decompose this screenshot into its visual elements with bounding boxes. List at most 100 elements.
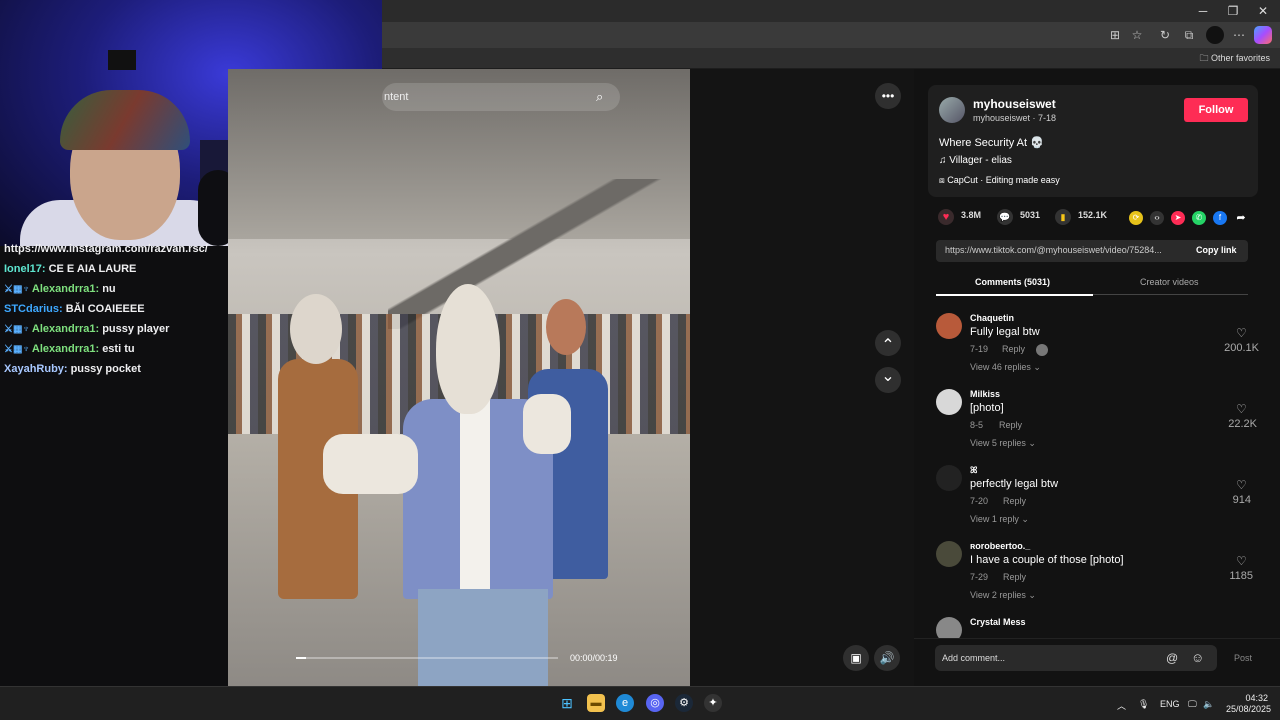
chat-message: ⚔▦♆ Alexandrra1: nu — [4, 283, 116, 295]
mini-player-button[interactable]: ▣ — [843, 645, 869, 671]
chat-message: STCdarius: BĂI COAIEEEE — [4, 303, 145, 315]
capcut-link[interactable]: ⧈ CapCut · Editing made easy — [939, 175, 1060, 186]
comment-avatar[interactable] — [936, 541, 962, 567]
volume-button[interactable]: 🔊 — [874, 645, 900, 671]
mannequin-left-head — [290, 294, 342, 364]
chat-message: XayahRuby: pussy pocket — [4, 363, 141, 375]
restore-button[interactable]: ❐ — [1218, 0, 1248, 22]
microphone-icon[interactable]: 🎙 — [1138, 699, 1149, 710]
clock-date: 25/08/2025 — [1226, 704, 1272, 714]
post-url: https://www.tiktok.com/@myhouseiswet/vid… — [945, 245, 1162, 255]
favorites-bar: 🗀 Other favorites — [382, 48, 1280, 69]
comment-text: I have a couple of those [photo] — [970, 554, 1124, 566]
steam-icon[interactable]: ⚙ — [675, 694, 693, 712]
comment-username[interactable]: Crystal Mess — [970, 617, 1026, 627]
author-handle-date: myhouseiswet · 7-18 — [973, 113, 1057, 123]
comment-avatar[interactable] — [936, 313, 962, 339]
system-clock[interactable]: 04:32 25/08/2025 — [1226, 693, 1272, 715]
comment-reply-button[interactable]: Reply — [1003, 496, 1026, 506]
bookmark-icon[interactable]: ▮ — [1055, 209, 1071, 225]
streamer-cap — [60, 90, 190, 150]
chat-username[interactable]: Alexandrra1: — [32, 323, 99, 335]
author-avatar[interactable] — [939, 97, 965, 123]
comment-reply-button[interactable]: Reply — [1003, 572, 1026, 582]
profile-avatar-icon[interactable] — [1206, 26, 1224, 44]
creator-liked-avatar — [1036, 344, 1048, 356]
send-icon[interactable]: ➤ — [1171, 211, 1185, 225]
comment-like-icon[interactable]: ♡ — [1236, 478, 1247, 492]
follow-button[interactable]: Follow — [1184, 98, 1248, 122]
comment-icon[interactable]: 💬 — [997, 209, 1013, 225]
language-indicator[interactable]: ENG — [1160, 699, 1180, 709]
view-replies-button[interactable]: View 1 reply ⌄ — [970, 514, 1029, 525]
embed-icon[interactable]: ‹› — [1150, 211, 1164, 225]
tab-comments[interactable]: Comments (5031) — [975, 277, 1050, 287]
favorite-star-icon[interactable]: ☆ — [1128, 26, 1146, 44]
heart-icon[interactable]: ♥ — [938, 209, 954, 225]
author-username[interactable]: myhouseiswet — [973, 97, 1056, 111]
facebook-icon[interactable]: f — [1213, 211, 1227, 225]
comment-reply-button[interactable]: Reply — [1002, 344, 1025, 354]
minimize-button[interactable]: ─ — [1188, 0, 1218, 22]
discord-icon[interactable]: ◎ — [646, 694, 664, 712]
video-time: 00:00/00:19 — [570, 653, 618, 663]
view-replies-button[interactable]: View 5 replies ⌄ — [970, 438, 1036, 449]
copilot-icon[interactable] — [1254, 26, 1272, 44]
comment-reply-button[interactable]: Reply — [999, 420, 1022, 430]
search-icon[interactable]: ⌕ — [596, 89, 603, 105]
other-favorites-folder[interactable]: 🗀 Other favorites — [1199, 51, 1270, 67]
comment-avatar[interactable] — [936, 465, 962, 491]
view-replies-button[interactable]: View 2 replies ⌄ — [970, 590, 1036, 601]
video-progress-bar[interactable] — [296, 657, 558, 659]
chat-username[interactable]: Alexandrra1: — [32, 283, 99, 295]
edge-browser-icon[interactable]: e — [616, 694, 634, 712]
file-explorer-icon[interactable]: ▬ — [587, 694, 605, 712]
comment-username[interactable]: Chaquetin — [970, 313, 1014, 323]
comment-like-icon[interactable]: ♡ — [1236, 554, 1247, 568]
mannequin-center-placket — [460, 399, 490, 599]
comment-username[interactable]: Milkiss — [970, 389, 1000, 399]
network-icon[interactable]: 🖵 — [1188, 699, 1197, 710]
chat-text: https://www.instagram.com/razvan.rsc/ — [4, 243, 208, 255]
chat-username[interactable]: Alexandrra1: — [32, 343, 99, 355]
music-link[interactable]: ♫ Villager - elias — [939, 155, 1012, 166]
chat-username[interactable]: STCdarius: — [4, 303, 63, 315]
windows-start-icon[interactable]: ⊞ — [558, 694, 576, 712]
copy-link-button[interactable]: Copy link — [1196, 245, 1237, 255]
emoji-icon[interactable]: ☺ — [1191, 650, 1204, 665]
mannequin-raised-hand — [523, 394, 571, 454]
more-options-button[interactable]: ••• — [875, 83, 901, 109]
video-player[interactable] — [228, 69, 690, 686]
escalator — [388, 179, 688, 329]
next-video-button[interactable]: ⌄ — [875, 367, 901, 393]
settings-menu-icon[interactable]: ⋯ — [1230, 26, 1248, 44]
comment-text: perfectly legal btw — [970, 478, 1059, 490]
comment-like-icon[interactable]: ♡ — [1236, 326, 1247, 340]
tab-creator-videos[interactable]: Creator videos — [1140, 277, 1199, 287]
extensions-icon[interactable]: ⧉ — [1180, 26, 1198, 44]
tray-chevron-icon[interactable]: ︿ — [1117, 699, 1126, 712]
comment-avatar[interactable] — [936, 389, 962, 415]
share-arrow-icon[interactable]: ➦ — [1234, 211, 1248, 225]
mention-icon[interactable]: @ — [1166, 651, 1178, 665]
chat-message: ⚔▦♆ Alexandrra1: esti tu — [4, 343, 135, 355]
comment-like-icon[interactable]: ♡ — [1236, 402, 1247, 416]
speaker-icon[interactable]: 🔈 — [1203, 699, 1214, 710]
view-replies-button[interactable]: View 46 replies ⌄ — [970, 362, 1041, 373]
chat-message: ⚔▦♆ Alexandrra1: pussy player — [4, 323, 169, 335]
comment-username[interactable]: ʀorobeertoo._ — [970, 541, 1030, 551]
previous-video-button[interactable]: ⌃ — [875, 330, 901, 356]
repost-icon[interactable]: ⟳ — [1129, 211, 1143, 225]
post-comment-button[interactable]: Post — [1234, 653, 1252, 663]
comment-like-count: 914 — [1232, 494, 1251, 506]
comment-username[interactable]: ꕤ — [970, 465, 978, 476]
chat-username[interactable]: XayahRuby: — [4, 363, 68, 375]
refresh-icon[interactable]: ↻ — [1156, 26, 1174, 44]
chat-username[interactable]: Ionel17: — [4, 263, 46, 275]
apps-icon[interactable]: ⊞ — [1106, 26, 1124, 44]
search-bar[interactable] — [382, 83, 620, 111]
close-window-button[interactable]: ✕ — [1248, 0, 1278, 22]
whatsapp-icon[interactable]: ✆ — [1192, 211, 1206, 225]
app-icon[interactable]: ✦ — [704, 694, 722, 712]
comment-count: 5031 — [1020, 210, 1041, 220]
